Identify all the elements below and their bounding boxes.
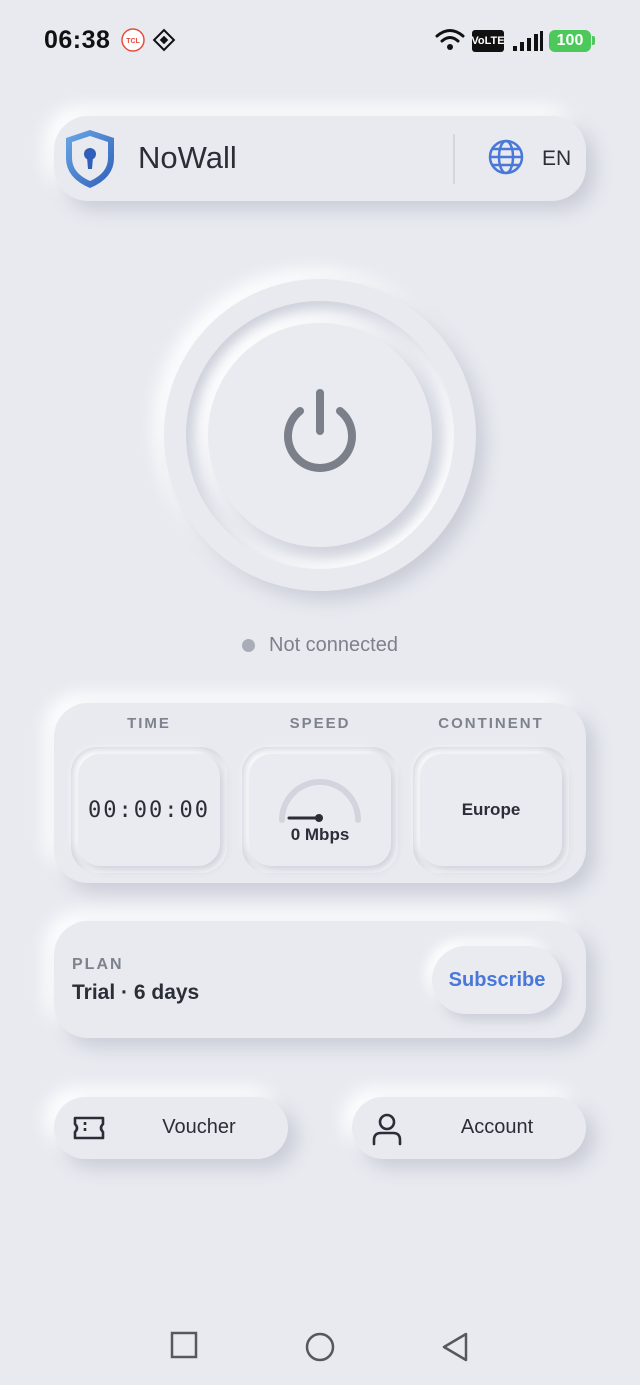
voucher-label: Voucher — [162, 1116, 236, 1138]
svg-text:TCL: TCL — [126, 38, 140, 45]
globe-icon — [486, 137, 526, 182]
app-title: NoWall — [138, 140, 237, 175]
time-label: TIME — [127, 715, 171, 732]
app-notification-icon — [152, 28, 176, 57]
speedometer-icon — [277, 776, 363, 829]
power-icon — [272, 385, 368, 486]
time-box: 00:00:00 — [71, 747, 227, 873]
continent-value: Europe — [461, 800, 521, 819]
battery-indicator: 100 — [549, 30, 591, 52]
volte-badge: VoLTE — [471, 30, 505, 52]
shield-keyhole-icon — [62, 128, 118, 195]
speed-label: SPEED — [289, 715, 351, 732]
subscribe-button[interactable]: Subscribe — [432, 946, 562, 1014]
plan-value: Trial · 6 days — [72, 981, 200, 1004]
time-value: 00:00:00 — [88, 797, 210, 823]
plan-label: PLAN — [72, 956, 124, 973]
account-button[interactable]: Account — [352, 1097, 586, 1159]
account-label: Account — [460, 1116, 534, 1138]
tcl-app-icon: TCL — [121, 28, 145, 57]
battery-tip — [592, 36, 595, 45]
back-triangle-icon[interactable] — [440, 1331, 470, 1368]
status-time: 06:38 — [44, 26, 111, 54]
recents-square-icon[interactable] — [170, 1331, 198, 1364]
signal-icon — [512, 30, 544, 57]
speed-box: 0 Mbps — [242, 747, 398, 873]
status-dot — [242, 639, 255, 652]
continent-label: CONTINENT — [438, 715, 544, 732]
voucher-button[interactable]: Voucher — [54, 1097, 288, 1159]
home-circle-icon[interactable] — [304, 1331, 336, 1368]
speed-value: 0 Mbps — [290, 824, 350, 844]
status-text: Not connected — [269, 634, 398, 656]
wifi-icon — [434, 27, 466, 58]
language-label: EN — [542, 147, 572, 170]
continent-box[interactable]: Europe — [413, 747, 569, 873]
connection-status: Not connected — [0, 634, 640, 657]
language-button[interactable]: EN — [486, 136, 582, 182]
power-button[interactable] — [208, 323, 432, 547]
header-divider — [453, 134, 455, 184]
